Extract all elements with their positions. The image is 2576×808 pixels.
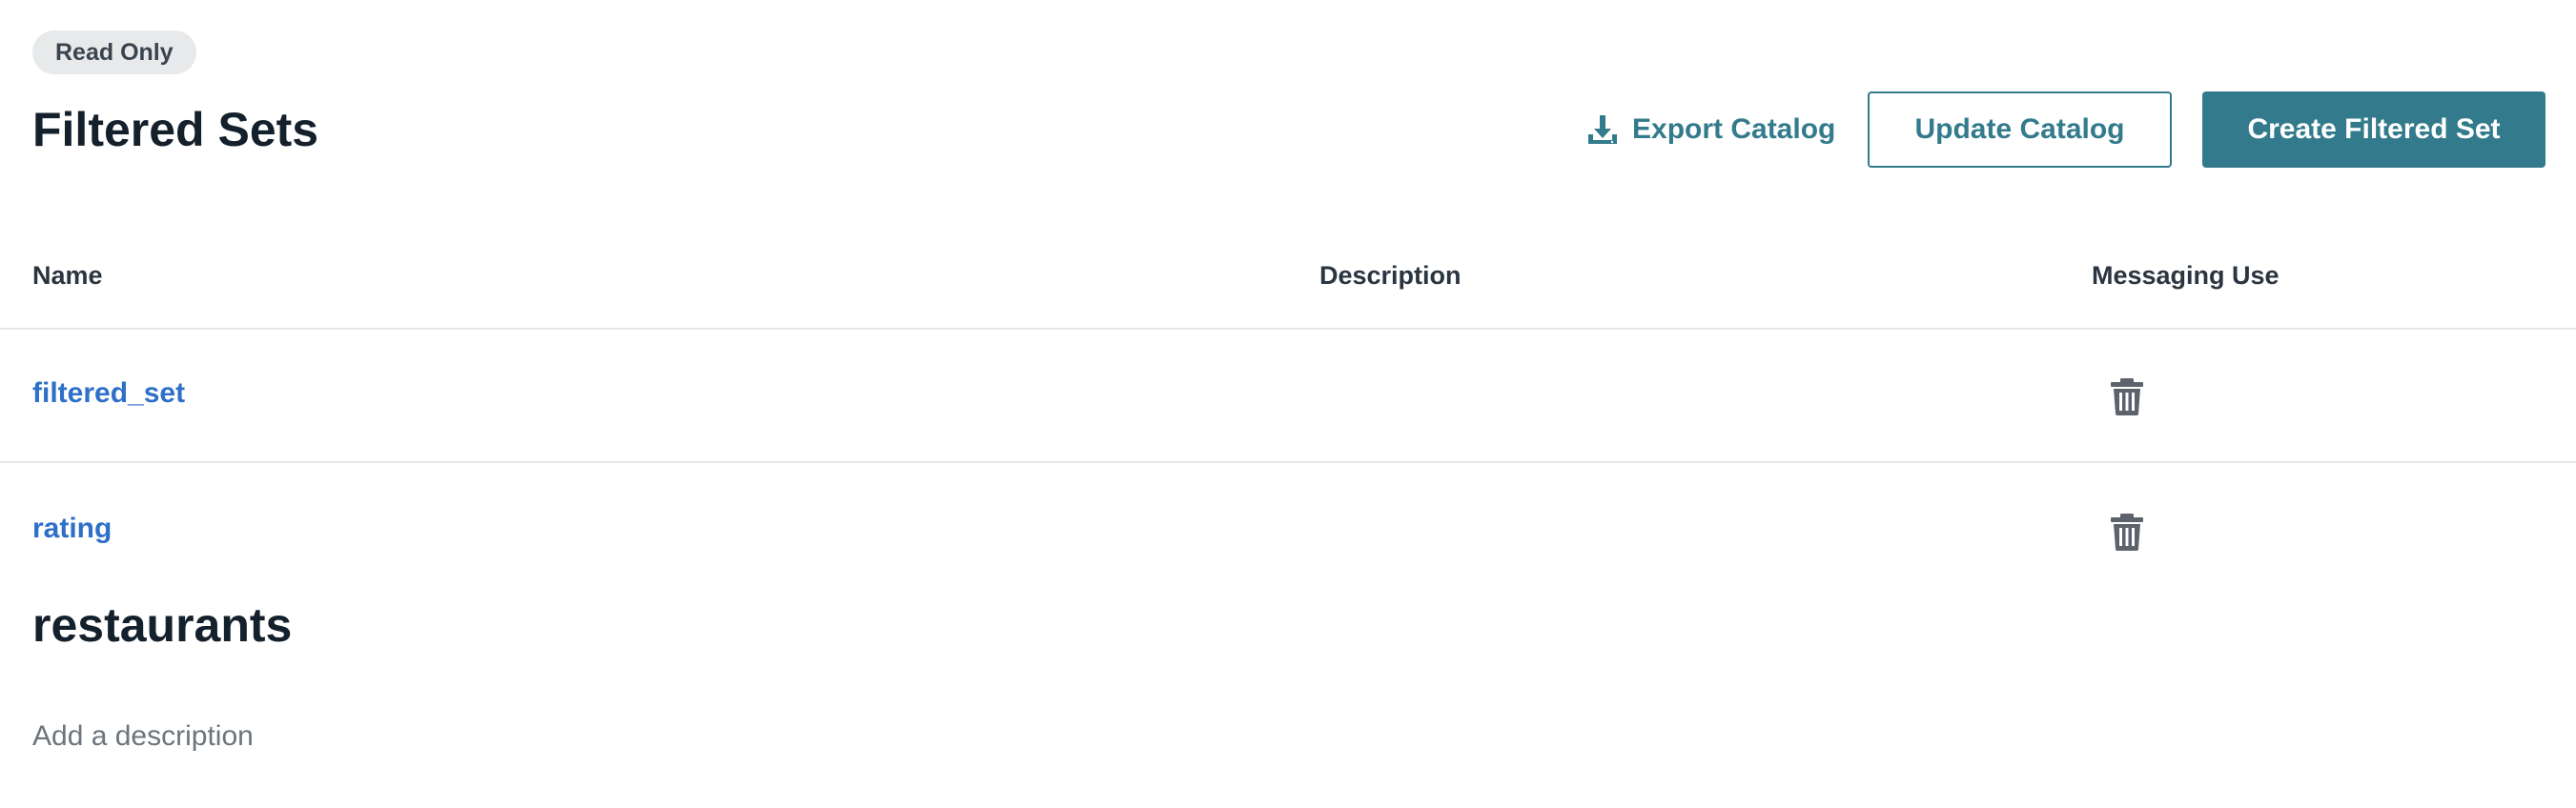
update-catalog-button[interactable]: Update Catalog <box>1868 91 2172 168</box>
page-title: Filtered Sets <box>32 103 319 156</box>
read-only-badge: Read Only <box>32 30 196 74</box>
column-header-name: Name <box>32 261 103 290</box>
table-row: rating <box>0 465 2576 598</box>
filtered-set-link[interactable]: filtered_set <box>32 377 185 410</box>
table-row: filtered_set <box>0 330 2576 463</box>
filtered-set-link[interactable]: rating <box>32 513 112 545</box>
page: Read Only Filtered Sets Export Catalog U… <box>0 0 2576 808</box>
export-catalog-button[interactable]: Export Catalog <box>1586 105 1835 154</box>
table-header: Name Description Messaging Use <box>0 250 2576 330</box>
add-description-field[interactable]: Add a description <box>32 720 254 753</box>
column-header-messaging-use: Messaging Use <box>2092 261 2280 290</box>
catalog-title: restaurants <box>32 598 293 652</box>
trash-icon[interactable] <box>2109 513 2145 551</box>
create-filtered-set-button[interactable]: Create Filtered Set <box>2202 91 2545 168</box>
export-catalog-label: Export Catalog <box>1632 113 1836 145</box>
trash-icon[interactable] <box>2109 377 2145 415</box>
download-icon <box>1588 115 1617 144</box>
column-header-description: Description <box>1319 261 1462 290</box>
